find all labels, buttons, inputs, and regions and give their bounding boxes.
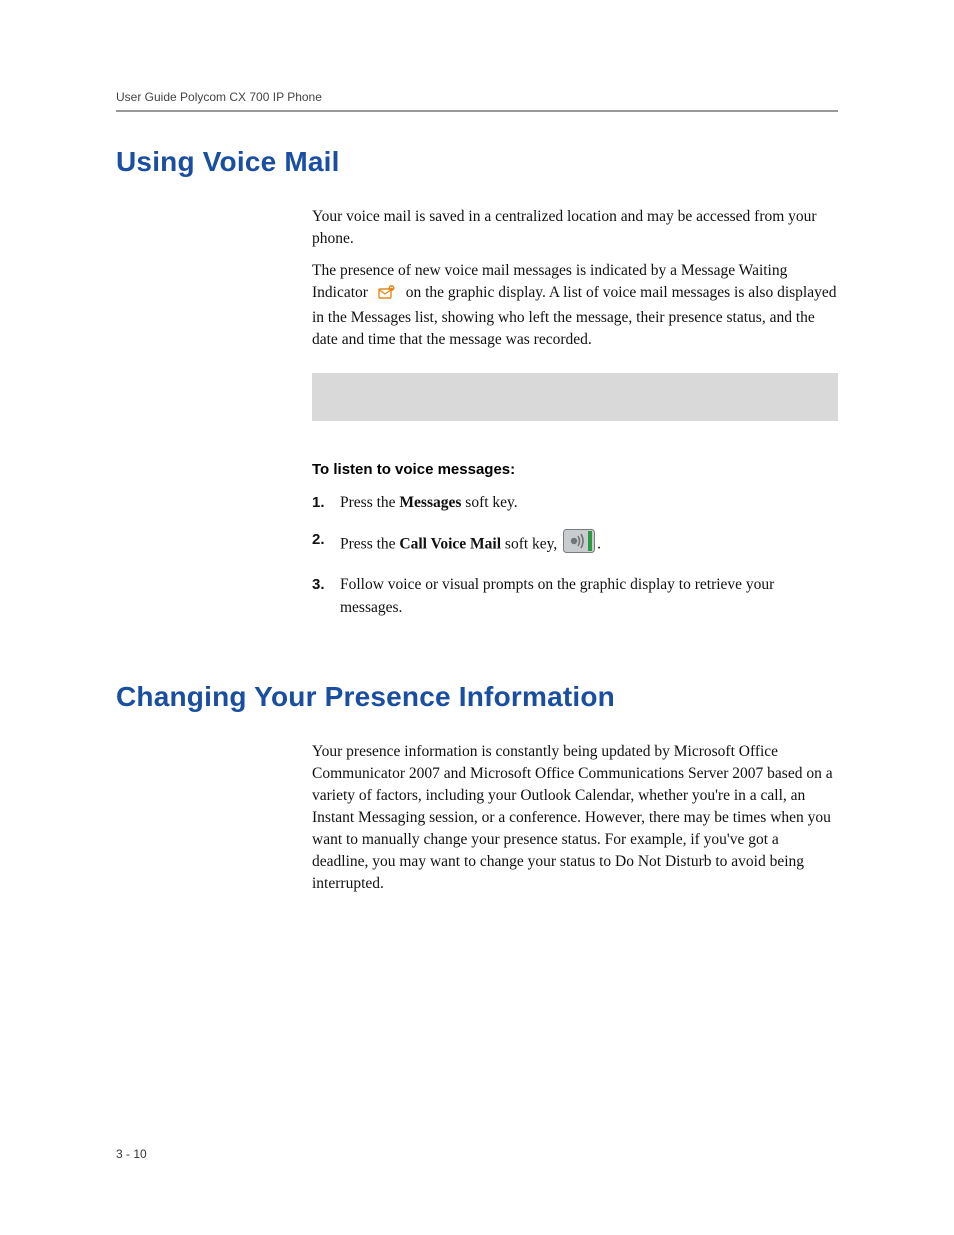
text-fragment: soft key. [461, 494, 517, 511]
section2-body: Your presence information is constantly … [312, 741, 838, 895]
document-page: User Guide Polycom CX 700 IP Phone Using… [0, 0, 954, 1235]
heading-using-voice-mail: Using Voice Mail [116, 146, 838, 178]
text-fragment: soft key, [501, 535, 557, 552]
message-waiting-indicator-icon [378, 284, 396, 307]
text-fragment: Follow voice or visual prompts on the gr… [340, 576, 774, 615]
section2: Changing Your Presence Information Your … [116, 681, 838, 895]
heading-changing-presence: Changing Your Presence Information [116, 681, 838, 713]
call-voicemail-softkey-icon [563, 529, 595, 560]
bold-label: Messages [399, 494, 461, 511]
subheading-listen: To listen to voice messages: [312, 459, 838, 480]
page-number: 3 - 10 [116, 1147, 147, 1161]
text-fragment: . [597, 535, 601, 552]
running-header: User Guide Polycom CX 700 IP Phone [116, 90, 838, 104]
step-item: Follow voice or visual prompts on the gr… [312, 574, 838, 619]
section1-body: Your voice mail is saved in a centralize… [312, 206, 838, 619]
note-box [312, 373, 838, 421]
header-rule [116, 110, 838, 112]
step-item: Press the Call Voice Mail soft key, . [312, 529, 838, 560]
bold-label: Call Voice Mail [399, 535, 501, 552]
step-item: Press the Messages soft key. [312, 492, 838, 514]
steps-list: Press the Messages soft key. Press the C… [312, 492, 838, 619]
text-fragment: Press the [340, 494, 399, 511]
paragraph: The presence of new voice mail messages … [312, 260, 838, 351]
paragraph: Your voice mail is saved in a centralize… [312, 206, 838, 250]
text-fragment: Press the [340, 535, 399, 552]
paragraph: Your presence information is constantly … [312, 741, 838, 895]
